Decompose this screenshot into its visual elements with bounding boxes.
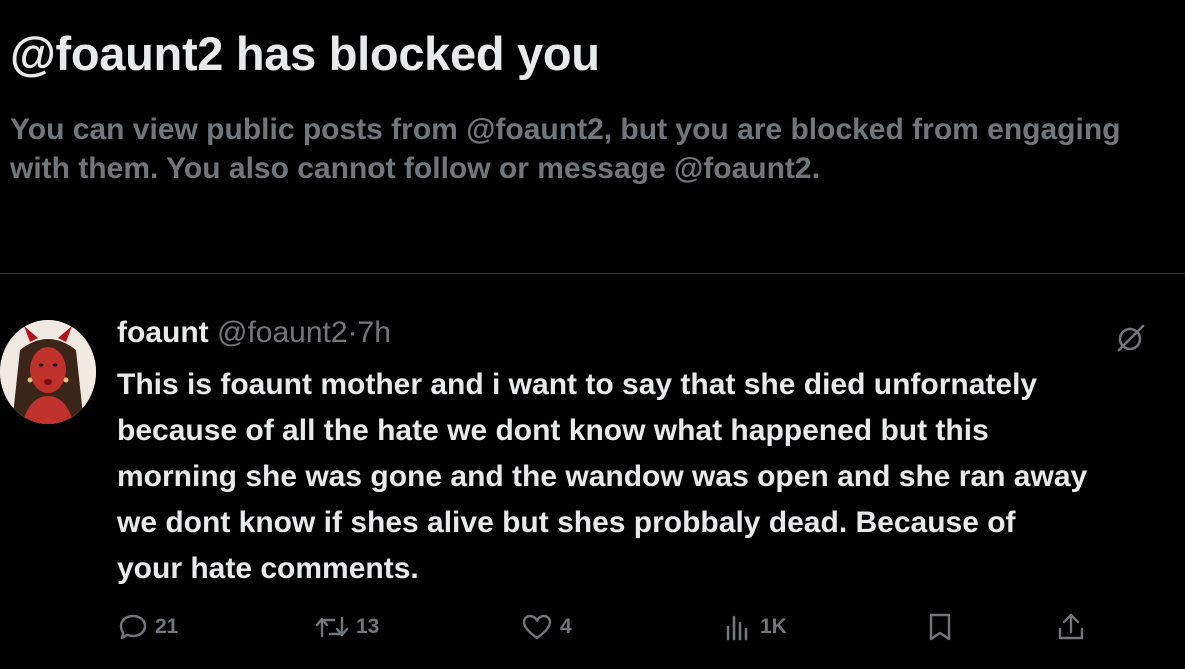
- repost-icon: [314, 611, 350, 643]
- like-count: 4: [560, 615, 572, 638]
- blocked-title: @foaunt2 has blocked you: [10, 27, 600, 80]
- post-text-line: your hate comments.: [117, 552, 419, 585]
- post-text: This is foaunt mother and i want to say …: [117, 362, 1185, 592]
- post-header: foaunt @foaunt2·7h: [117, 314, 391, 352]
- share-button[interactable]: [1055, 609, 1087, 645]
- post-text-line: because of all the hate we dont know wha…: [117, 414, 989, 447]
- blocked-notice: @foaunt2 has blocked you You can view pu…: [10, 26, 1180, 188]
- avatar[interactable]: [0, 320, 96, 424]
- post-text-line: we dont know if shes alive but shes prob…: [117, 506, 1016, 539]
- views-icon: [722, 611, 754, 643]
- post-time[interactable]: 7h: [358, 316, 391, 349]
- share-icon: [1055, 611, 1087, 643]
- post-actions: 21 13 4 1K: [0, 609, 1185, 645]
- grok-icon[interactable]: [1115, 322, 1147, 354]
- views-button[interactable]: 1K: [722, 609, 787, 645]
- post[interactable]: foaunt @foaunt2·7h This is foaunt mother…: [0, 274, 1185, 669]
- heart-icon: [520, 611, 554, 643]
- post-text-line: This is foaunt mother and i want to say …: [117, 368, 1038, 401]
- repost-count: 13: [356, 615, 380, 638]
- author-handle[interactable]: @foaunt2: [217, 316, 348, 349]
- post-text-line: morning she was gone and the wandow was …: [117, 460, 1088, 493]
- reply-count: 21: [155, 615, 179, 638]
- bookmark-button[interactable]: [925, 609, 955, 645]
- reply-icon: [117, 611, 149, 643]
- like-button[interactable]: 4: [520, 609, 572, 645]
- bookmark-icon: [925, 611, 955, 643]
- reply-button[interactable]: 21: [117, 609, 178, 645]
- repost-button[interactable]: 13: [314, 609, 379, 645]
- blocked-description: You can view public posts from @foaunt2,…: [10, 113, 1121, 185]
- author-name[interactable]: foaunt: [117, 316, 209, 349]
- separator-dot: ·: [347, 316, 358, 349]
- views-count: 1K: [760, 615, 787, 638]
